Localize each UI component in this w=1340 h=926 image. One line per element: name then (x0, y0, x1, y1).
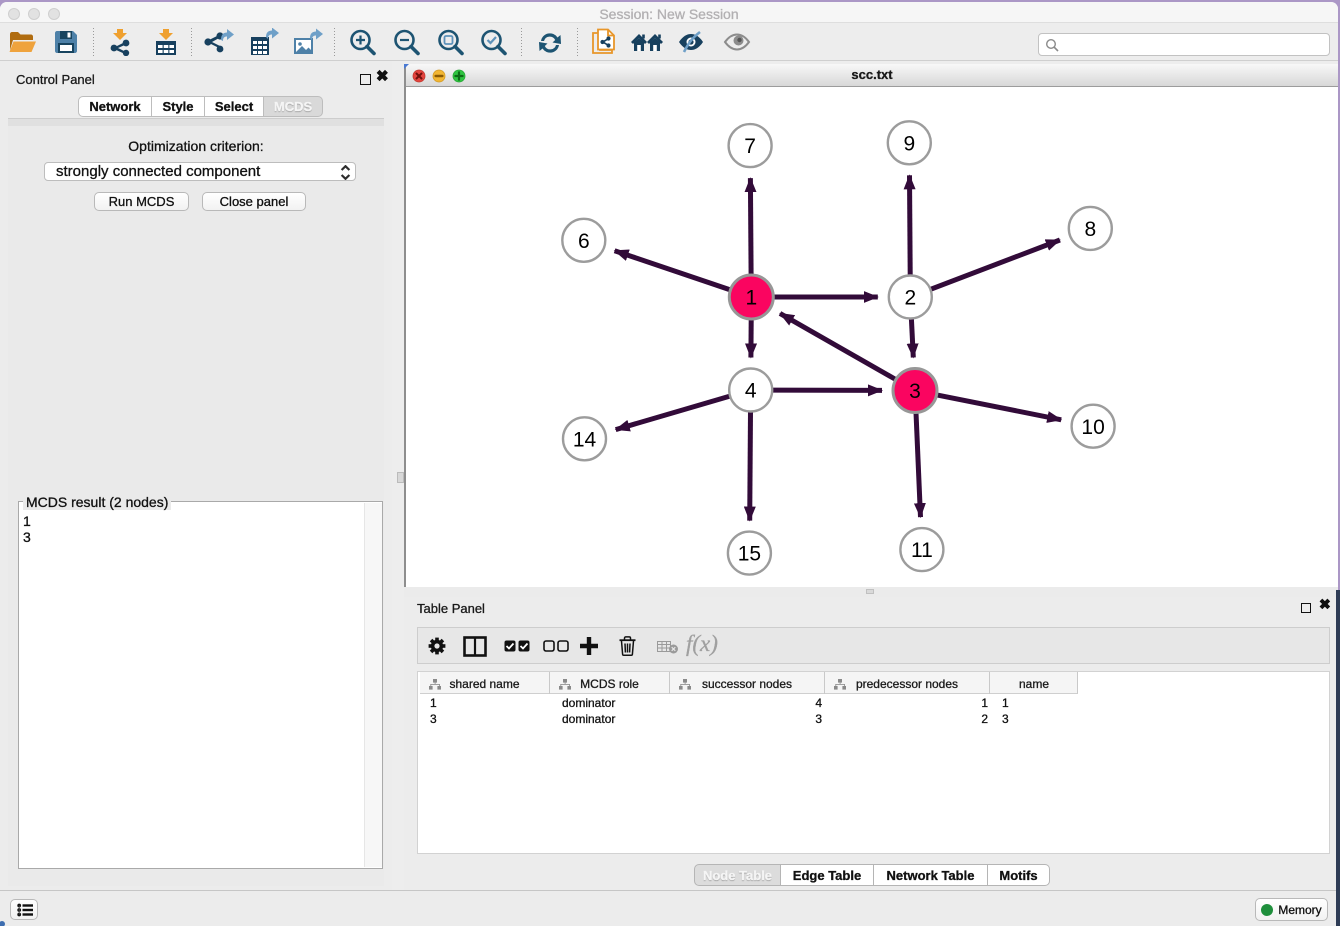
svg-text:14: 14 (573, 428, 597, 451)
svg-text:11: 11 (911, 539, 933, 562)
svg-text:2: 2 (904, 287, 916, 310)
svg-text:1: 1 (745, 287, 757, 310)
svg-text:4: 4 (745, 380, 757, 403)
svg-text:8: 8 (1084, 218, 1096, 241)
svg-text:9: 9 (903, 132, 915, 155)
svg-text:3: 3 (909, 380, 921, 403)
svg-text:10: 10 (1081, 416, 1104, 439)
svg-text:6: 6 (578, 230, 590, 253)
svg-text:7: 7 (744, 135, 756, 158)
svg-text:15: 15 (738, 543, 761, 566)
